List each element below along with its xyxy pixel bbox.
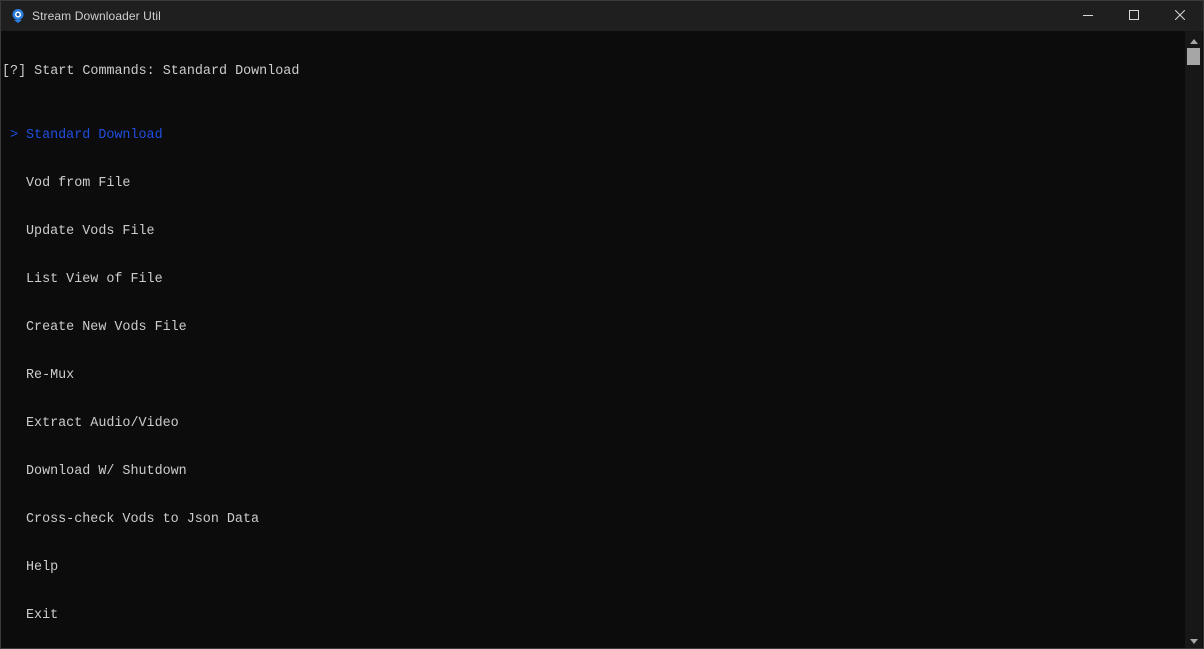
menu-item-label: Vod from File <box>26 176 131 191</box>
window-title: Stream Downloader Util <box>32 9 161 23</box>
close-button[interactable] <box>1157 1 1203 31</box>
menu-item-label: Create New Vods File <box>26 320 187 335</box>
prompt-line: [?] Start Commands: Standard Download <box>2 64 1186 80</box>
menu-item-create-new-vods-file[interactable]: Create New Vods File <box>2 320 1186 336</box>
chevron-down-icon <box>1189 631 1198 649</box>
menu-item-standard-download[interactable]: > Standard Download <box>2 128 1186 144</box>
minimize-icon <box>1083 7 1093 25</box>
menu-item-exit[interactable]: Exit <box>2 608 1186 624</box>
menu-item-label: Extract Audio/Video <box>26 416 179 431</box>
prompt-text: Start Commands: Standard Download <box>26 64 300 79</box>
menu-item-label: Exit <box>26 608 59 623</box>
menu-item-label: Standard Download <box>26 128 163 143</box>
selection-pointer: > <box>10 128 19 143</box>
minimize-button[interactable] <box>1065 1 1111 31</box>
menu-item-label: Re-Mux <box>26 368 75 383</box>
maximize-button[interactable] <box>1111 1 1157 31</box>
app-icon <box>10 8 26 24</box>
menu-item-label: Update Vods File <box>26 224 155 239</box>
console-output[interactable]: [?] Start Commands: Standard Download > S… <box>1 31 1186 648</box>
menu-item-list-view-of-file[interactable]: List View of File <box>2 272 1186 288</box>
menu-item-extract-audio-video[interactable]: Extract Audio/Video <box>2 416 1186 432</box>
scroll-down-button[interactable] <box>1185 631 1202 648</box>
menu-item-download-with-shutdown[interactable]: Download W/ Shutdown <box>2 464 1186 480</box>
prompt-close-bracket: ] <box>18 64 27 79</box>
menu-item-vod-from-file[interactable]: Vod from File <box>2 176 1186 192</box>
maximize-icon <box>1129 7 1139 25</box>
menu-item-label: Cross-check Vods to Json Data <box>26 512 260 527</box>
menu-item-label: Download W/ Shutdown <box>26 464 187 479</box>
scroll-up-button[interactable] <box>1185 31 1202 48</box>
window-controls <box>1065 1 1203 31</box>
chevron-up-icon <box>1189 31 1198 49</box>
prompt-open-bracket: [ <box>2 64 11 79</box>
prompt-question-mark: ? <box>10 64 19 79</box>
title-bar[interactable]: Stream Downloader Util <box>1 1 1203 31</box>
scroll-thumb[interactable] <box>1187 48 1200 65</box>
terminal-window: Stream Downloader Util [?] Start Command… <box>0 0 1204 649</box>
menu-item-label: Help <box>26 560 59 575</box>
menu-item-update-vods-file[interactable]: Update Vods File <box>2 224 1186 240</box>
vertical-scrollbar[interactable] <box>1185 31 1202 648</box>
menu-item-label: List View of File <box>26 272 163 287</box>
menu-item-cross-check-vods[interactable]: Cross-check Vods to Json Data <box>2 512 1186 528</box>
close-icon <box>1174 7 1186 25</box>
menu-item-re-mux[interactable]: Re-Mux <box>2 368 1186 384</box>
menu-item-help[interactable]: Help <box>2 560 1186 576</box>
